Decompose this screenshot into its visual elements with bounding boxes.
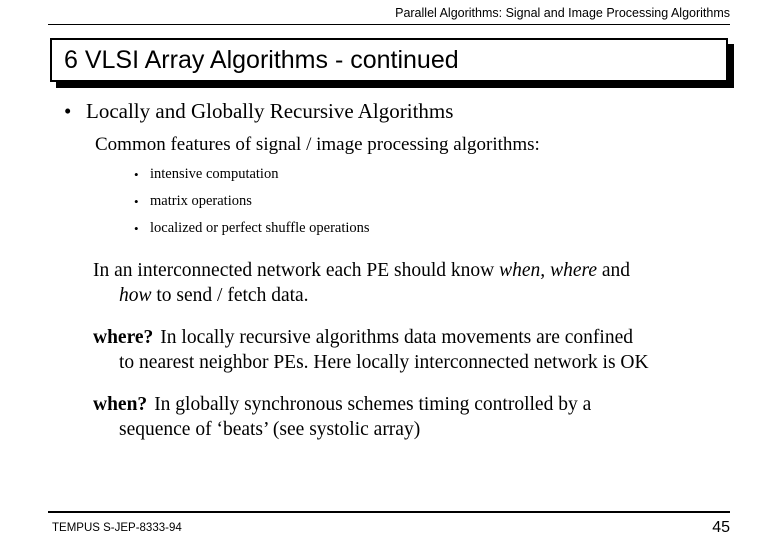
level1-bullet-label: Locally and Globally Recursive Algorithm… [86,99,454,123]
level3-label-1: intensive computation [150,166,279,182]
footer-divider-rule [48,511,730,513]
title-box-frame: 6 VLSI Array Algorithms - continued [50,38,728,82]
level3-bullet-item-2: • matrix operations [0,192,780,211]
paragraph-1-italic-where: where [550,260,597,281]
paragraph-3-lead-when: when? [93,394,148,415]
paragraph-interconnected-network: In an interconnected network each PE sho… [0,258,780,308]
paragraph-3-line-2: sequence of ‘beats’ (see systolic array) [119,419,421,440]
slide-title-box: 6 VLSI Array Algorithms - continued [50,38,734,88]
paragraph-1-text-b: and [597,260,631,281]
sub-bullet-glyph-icon: • [134,167,139,182]
level3-label-2: matrix operations [150,193,252,209]
sub-bullet-glyph-icon: • [134,221,139,236]
level3-label-3: localized or perfect shuffle operations [150,220,370,236]
slide-page: { "header": { "running_title": "Parallel… [0,0,780,540]
paragraph-3-line-1: In globally synchronous schemes timing c… [154,394,592,415]
paragraph-1-italic-how: how [119,285,152,306]
footer-project-code: TEMPUS S-JEP-8333-94 [52,522,182,534]
paragraph-2-lead-where: where? [93,327,154,348]
level2-text-item: Common features of signal / image proces… [0,133,780,157]
slide-body: • Locally and Globally Recursive Algorit… [0,98,780,442]
paragraph-1-text-c: to send / fetch data. [151,285,309,306]
header-divider-rule [48,24,730,25]
level3-bullet-item-1: • intensive computation [0,165,780,184]
sub-bullet-glyph-icon: • [134,194,139,209]
paragraph-2-line-1: In locally recursive algorithms data mov… [160,327,634,348]
level3-bullet-item-3: • localized or perfect shuffle operation… [0,219,780,238]
paragraph-1-line-2: how to send / fetch data. [93,283,728,308]
paragraph-where-question: where? In locally recursive algorithms da… [0,325,780,375]
paragraph-1-text-a: In an interconnected network each PE sho… [93,260,500,281]
bullet-glyph-icon: • [64,99,72,123]
paragraph-1-italic-when: when, [499,260,551,281]
running-header-title: Parallel Algorithms: Signal and Image Pr… [395,6,730,20]
level2-label: Common features of signal / image proces… [95,134,540,155]
paragraph-when-question: when? In globally synchronous schemes tim… [0,392,780,442]
paragraph-2-line-2: to nearest neighbor PEs. Here locally in… [119,352,649,373]
level1-bullet-item: • Locally and Globally Recursive Algorit… [0,98,780,124]
page-title: 6 VLSI Array Algorithms - continued [64,46,459,74]
footer-page-number: 45 [712,519,730,536]
